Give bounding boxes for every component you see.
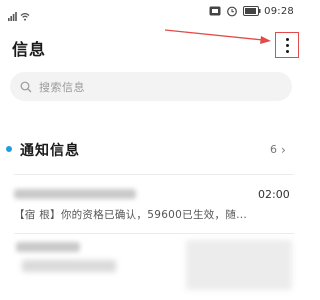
hd-icon	[209, 6, 221, 16]
search-placeholder: 搜索信息	[39, 80, 85, 94]
message-time: 02:00	[258, 188, 290, 201]
status-bar: 09:28	[0, 0, 302, 22]
annotation-arrow-icon	[164, 29, 271, 44]
message-preview: 【宿 根】你的资格已确认，59600已生效，随...	[14, 209, 248, 221]
search-input[interactable]: 搜索信息	[10, 72, 292, 101]
more-options-button[interactable]	[275, 32, 299, 58]
status-time: 09:28	[264, 5, 294, 17]
list-item[interactable]: 02:00 【宿 根】你的资格已确认，59600已生效，随...	[0, 183, 302, 235]
alarm-icon	[227, 6, 238, 17]
battery-icon	[243, 6, 261, 16]
more-dot-icon	[285, 49, 289, 53]
notifications-count: 6	[270, 143, 277, 156]
notifications-row[interactable]: 通知信息 6 ›	[0, 135, 302, 165]
unread-dot-icon	[6, 146, 12, 152]
divider	[14, 174, 294, 175]
divider	[14, 233, 294, 234]
status-right-icons: 09:28	[209, 5, 294, 17]
more-dot-icon	[285, 43, 289, 47]
more-dot-icon	[285, 37, 289, 41]
blurred-region	[186, 240, 292, 290]
signal-wifi-icon	[8, 12, 30, 21]
search-icon	[20, 81, 32, 92]
sender-name-blurred	[16, 242, 80, 252]
chevron-right-icon: ›	[281, 143, 286, 157]
message-preview-blurred	[22, 260, 116, 272]
notifications-label: 通知信息	[20, 143, 80, 159]
status-left-icons	[8, 6, 32, 21]
page-title: 信息	[12, 40, 47, 59]
sender-name-blurred	[14, 189, 136, 199]
